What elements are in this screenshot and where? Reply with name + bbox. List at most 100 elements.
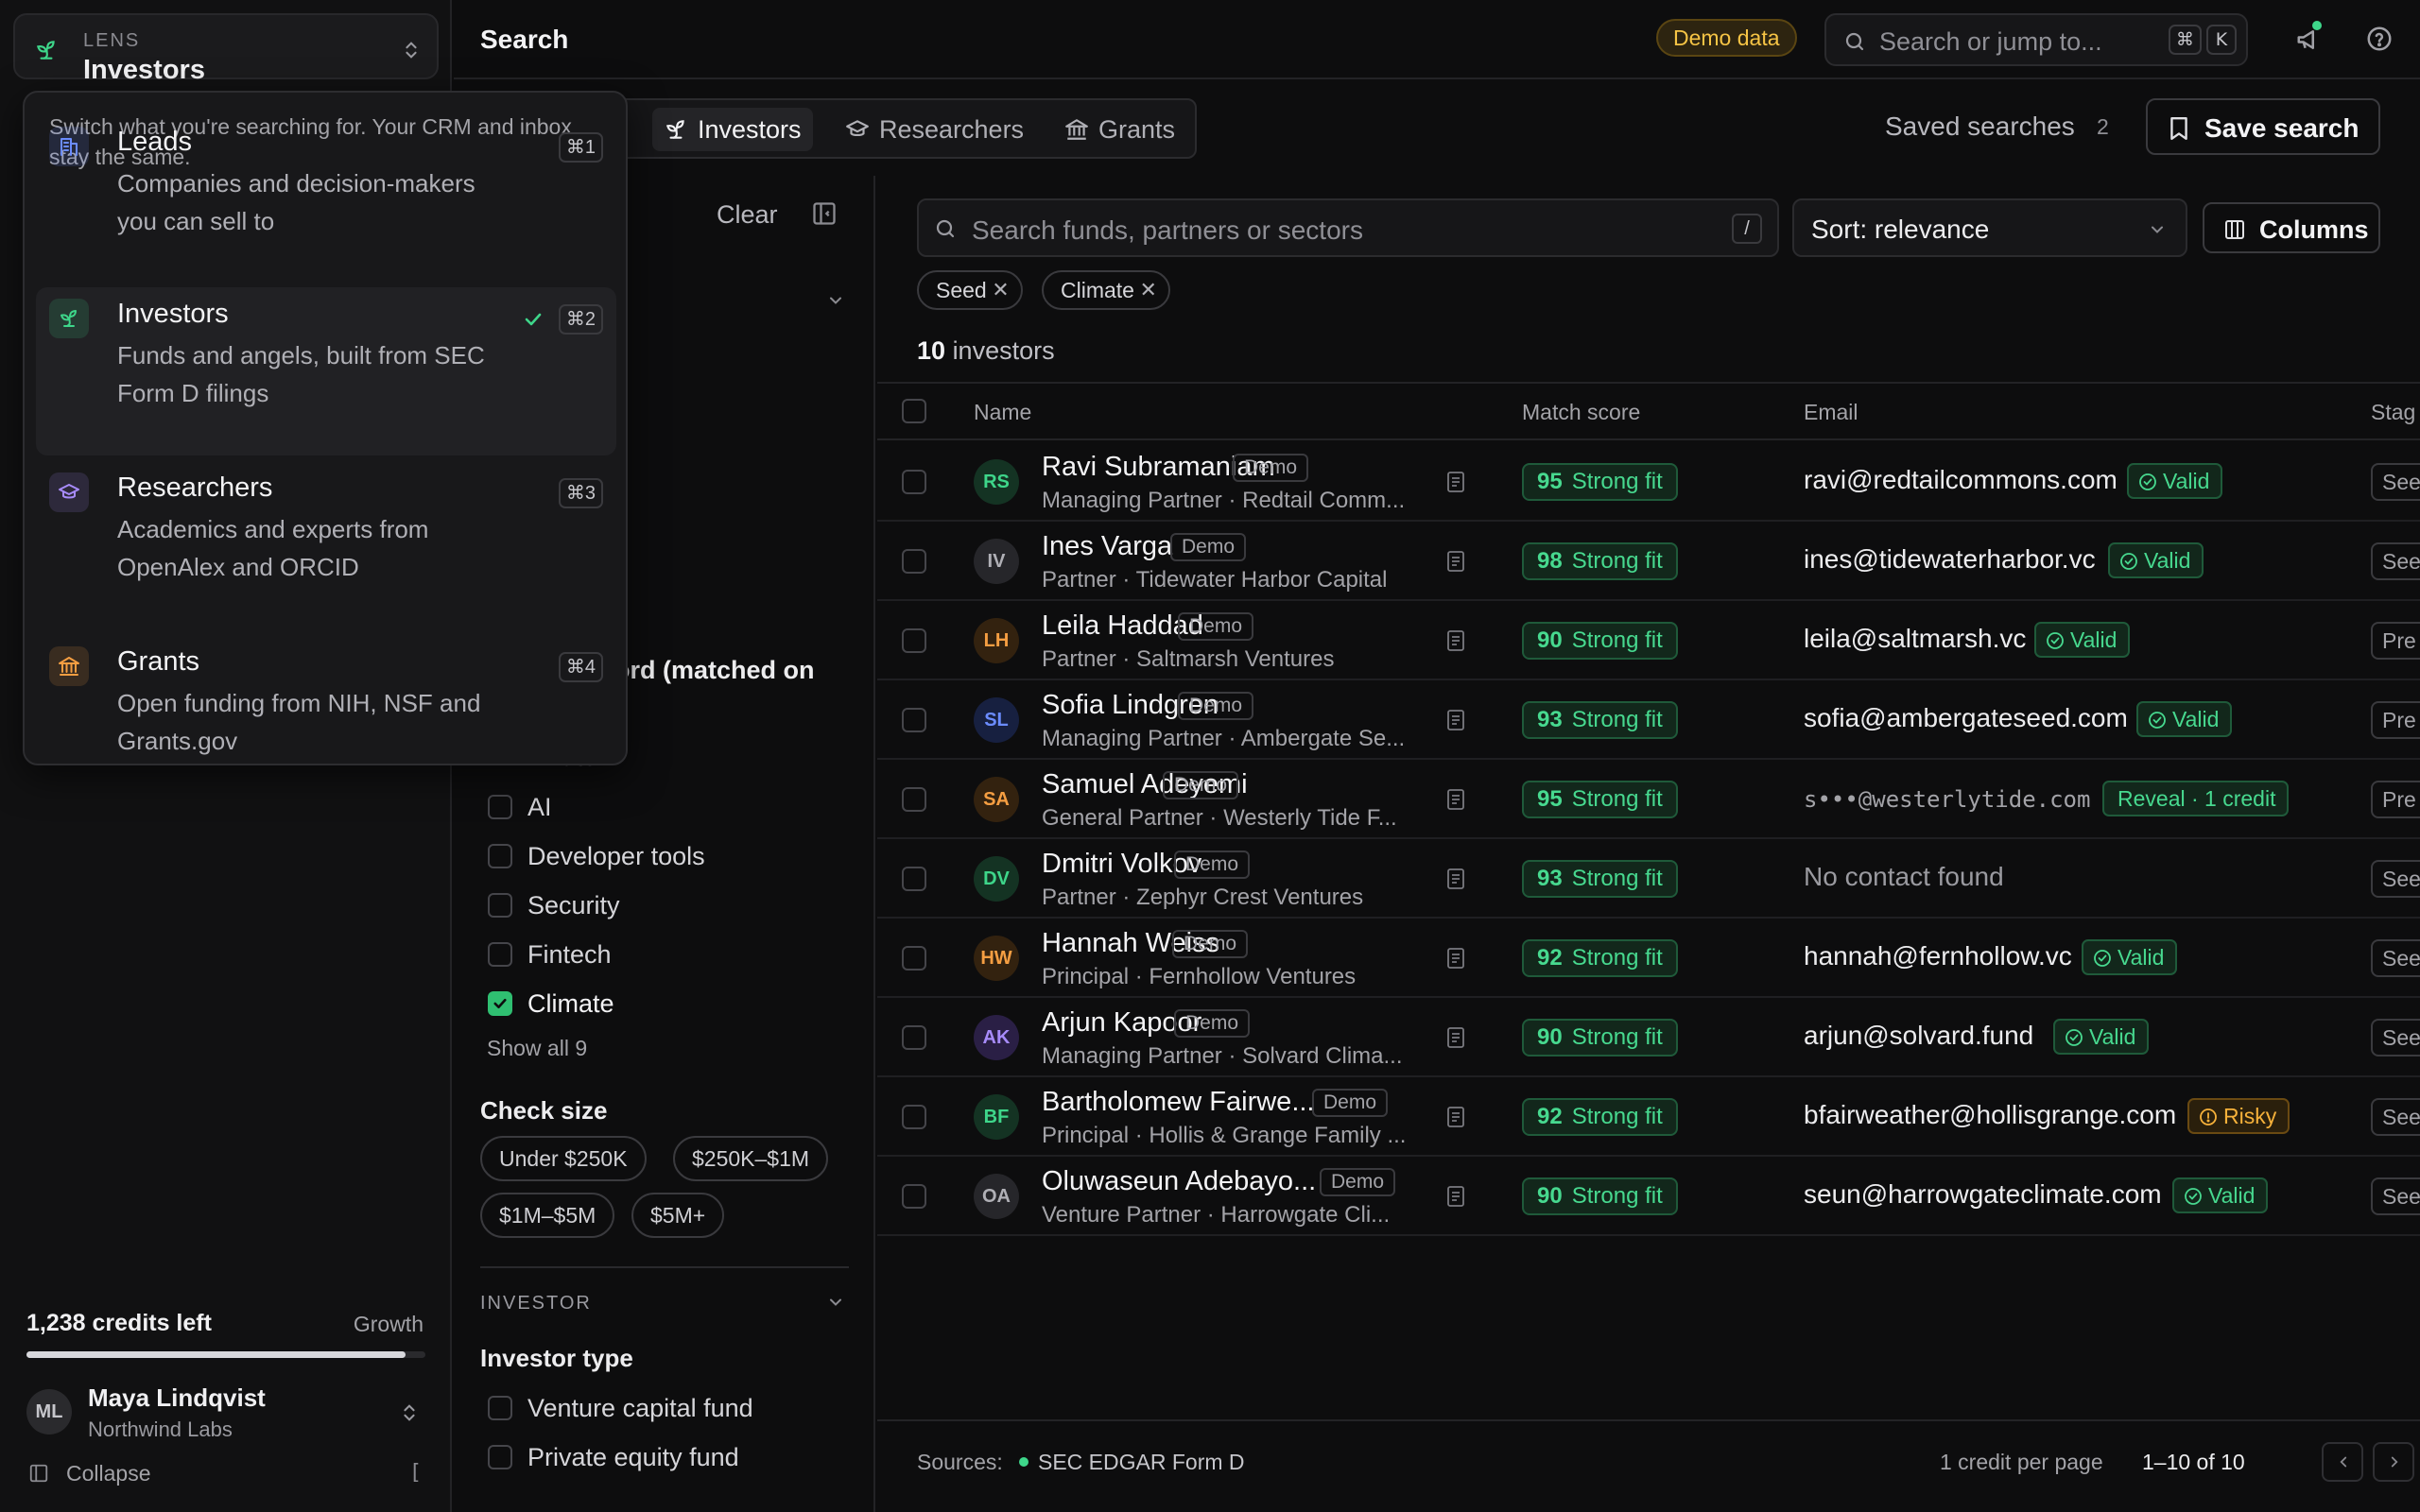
sector-option-climate[interactable]: Climate [488,988,614,1019]
lens-menu-item-grants[interactable]: Grants Open funding from NIH, NSF and Gra… [36,635,616,796]
email-value[interactable]: bfairweather@hollisgrange.com [1804,1100,2176,1130]
email-value[interactable]: arjun@solvard.fund [1804,1021,2033,1051]
user-name[interactable]: Maya Lindqvist [88,1383,266,1413]
investor-name[interactable]: Ines Varga [1042,531,1172,562]
column-header-email[interactable]: Email [1804,400,1858,425]
close-icon[interactable]: ✕ [1140,272,1157,308]
sector-option-fintech[interactable]: Fintech [488,939,612,970]
row-checkbox[interactable] [902,1105,926,1129]
notes-icon[interactable] [1446,868,1465,890]
row-checkbox[interactable] [902,549,926,574]
check-size-option[interactable]: $250K–$1M [673,1136,829,1181]
column-header-stage[interactable]: Stag [2371,400,2415,425]
table-row[interactable]: BF Bartholomew Fairwe... Demo Principal · H… [877,1077,2420,1157]
close-icon[interactable]: ✕ [992,272,1009,308]
notes-icon[interactable] [1446,709,1465,731]
table-row[interactable]: HW Hannah Weiss Demo Principal · Fernhollow… [877,919,2420,998]
notes-icon[interactable] [1446,1106,1465,1128]
filter-chip-climate[interactable]: Climate ✕ [1042,270,1170,310]
row-checkbox[interactable] [902,946,926,971]
check-circle-icon [2185,1188,2202,1205]
table-row[interactable]: SL Sofia Lindgren Demo Managing Partner · A… [877,680,2420,760]
lens-menu-item-researchers[interactable]: Researchers Academics and experts from Op… [36,461,616,622]
panel-toggle-icon[interactable] [811,200,838,227]
sort-select[interactable]: Sort: relevance [1792,198,2187,257]
lens-menu-item-leads[interactable]: Leads Companies and decision-makers you c… [36,115,616,276]
lens-menu-item-investors[interactable]: Investors Funds and angels, built from SE… [36,287,616,455]
row-checkbox[interactable] [902,787,926,812]
filter-chip-seed[interactable]: Seed ✕ [917,270,1023,310]
investor-type-option[interactable]: Private equity fund [488,1442,739,1472]
investor-name[interactable]: Bartholomew Fairwe... [1042,1087,1315,1118]
jump-search-input[interactable]: Search or jump to... ⌘ K [1824,13,2248,66]
reveal-email-button[interactable]: Reveal · 1 credit [2102,781,2290,816]
notes-icon[interactable] [1446,1026,1465,1049]
email-value[interactable]: ines@tidewaterharbor.vc [1804,544,2096,575]
row-checkbox[interactable] [902,1184,926,1209]
check-size-option[interactable]: $1M–$5M [480,1193,615,1238]
tab-grants[interactable]: Grants [1053,108,1186,151]
tab-researchers[interactable]: Researchers [834,108,1035,151]
investor-section-header[interactable]: INVESTOR [480,1293,592,1314]
check-size-option[interactable]: Under $250K [480,1136,647,1181]
email-value[interactable]: sofia@ambergateseed.com [1804,703,2128,733]
investor-type-option[interactable]: Venture capital fund [488,1393,753,1423]
notes-icon[interactable] [1446,1185,1465,1208]
table-row[interactable]: AK Arjun Kapoor Demo Managing Partner · Sol… [877,998,2420,1077]
checkbox[interactable] [488,893,512,918]
row-checkbox[interactable] [902,470,926,494]
select-all-checkbox[interactable] [902,399,926,423]
notes-icon[interactable] [1446,629,1465,652]
clear-filters-button[interactable]: Clear [717,200,778,230]
checkbox-checked[interactable] [488,991,512,1016]
lens-switcher-button[interactable]: LENS Investors [13,13,439,85]
email-value[interactable]: ravi@redtailcommons.com [1804,465,2118,495]
checkbox[interactable] [488,1396,512,1420]
table-row[interactable]: RS Ravi Subramaniam Demo Managing Partner ·… [877,442,2420,522]
saved-searches-button[interactable]: Saved searches [1885,112,2075,142]
show-all-sectors-link[interactable]: Show all 9 [487,1036,587,1061]
megaphone-icon[interactable] [2295,26,2324,54]
checkbox[interactable] [488,942,512,967]
table-row[interactable]: IV Ines Varga Demo Partner · Tidewater Harb… [877,522,2420,601]
tab-investors[interactable]: Investors [652,108,813,151]
prev-page-button[interactable] [2322,1442,2363,1482]
email-value[interactable]: hannah@fernhollow.vc [1804,941,2072,971]
column-header-name[interactable]: Name [974,400,1031,425]
save-search-button[interactable]: Save search [2146,98,2380,155]
table-row[interactable]: OA Oluwaseun Adebayo... Demo Venture Partne… [877,1157,2420,1236]
sidebar-collapse-icon[interactable] [28,1463,49,1484]
checkbox[interactable] [488,844,512,868]
notes-icon[interactable] [1446,471,1465,493]
chevrons-up-down-icon[interactable] [399,1400,420,1425]
email-value[interactable]: leila@saltmarsh.vc [1804,624,2026,654]
table-row[interactable]: DV Dmitri Volkov Demo Partner · Zephyr Cres… [877,839,2420,919]
next-page-button[interactable] [2373,1442,2414,1482]
investor-name[interactable]: Oluwaseun Adebayo... [1042,1166,1316,1197]
sector-option-ai[interactable]: AI [488,792,552,822]
notes-icon[interactable] [1446,788,1465,811]
chevron-down-icon[interactable] [826,291,845,310]
row-checkbox[interactable] [902,708,926,732]
checkbox[interactable] [488,1445,512,1469]
row-checkbox[interactable] [902,628,926,653]
checkbox[interactable] [488,795,512,819]
row-checkbox[interactable] [902,1025,926,1050]
row-checkbox[interactable] [902,867,926,891]
investor-search-input[interactable]: Search funds, partners or sectors / [917,198,1779,257]
user-avatar[interactable]: ML [26,1389,72,1435]
notes-icon[interactable] [1446,550,1465,573]
help-icon[interactable] [2365,25,2394,53]
email-value[interactable]: seun@harrowgateclimate.com [1804,1179,2162,1210]
sector-option-developer-tools[interactable]: Developer tools [488,841,705,871]
notes-icon[interactable] [1446,947,1465,970]
table-row[interactable]: LH Leila Haddad Demo Partner · Saltmarsh Ve… [877,601,2420,680]
email-value[interactable]: s•••@westerlytide.com [1804,786,2090,813]
collapse-button[interactable]: Collapse [66,1461,151,1486]
table-row[interactable]: SA Samuel Adeyemi Demo General Partner · We… [877,760,2420,839]
chevron-down-icon[interactable] [826,1293,845,1312]
check-size-option[interactable]: $5M+ [631,1193,725,1238]
columns-button[interactable]: Columns [2203,202,2380,253]
column-header-score[interactable]: Match score [1522,400,1640,425]
sector-option-security[interactable]: Security [488,890,620,920]
